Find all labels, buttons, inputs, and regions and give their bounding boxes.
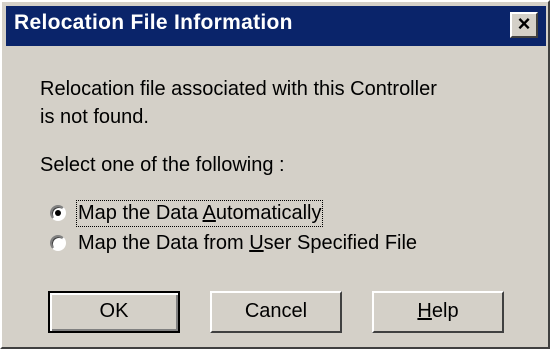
- radio-map-automatically[interactable]: Map the Data Automatically: [50, 199, 324, 227]
- message-line-2: is not found.: [40, 106, 149, 128]
- select-prompt: Select one of the following :: [40, 154, 285, 176]
- radio-dot-icon: [55, 210, 61, 216]
- dialog-title: Relocation File Information: [14, 11, 293, 34]
- help-button[interactable]: Help: [372, 291, 504, 333]
- message-line-1: Relocation file associated with this Con…: [40, 78, 437, 100]
- cancel-button[interactable]: Cancel: [210, 291, 342, 333]
- radio-label-automatically[interactable]: Map the Data Automatically: [75, 199, 324, 227]
- radio-button-checked[interactable]: [50, 205, 66, 221]
- close-icon: ×: [517, 11, 531, 36]
- close-button[interactable]: ×: [510, 12, 538, 38]
- title-bar[interactable]: Relocation File Information ×: [6, 6, 546, 46]
- relocation-dialog: Relocation File Information × Relocation…: [0, 0, 550, 349]
- ok-button[interactable]: OK: [48, 291, 180, 333]
- radio-button-unchecked[interactable]: [50, 235, 66, 251]
- radio-label-user-file[interactable]: Map the Data from User Specified File: [78, 232, 417, 255]
- radio-map-user-file[interactable]: Map the Data from User Specified File: [50, 230, 417, 256]
